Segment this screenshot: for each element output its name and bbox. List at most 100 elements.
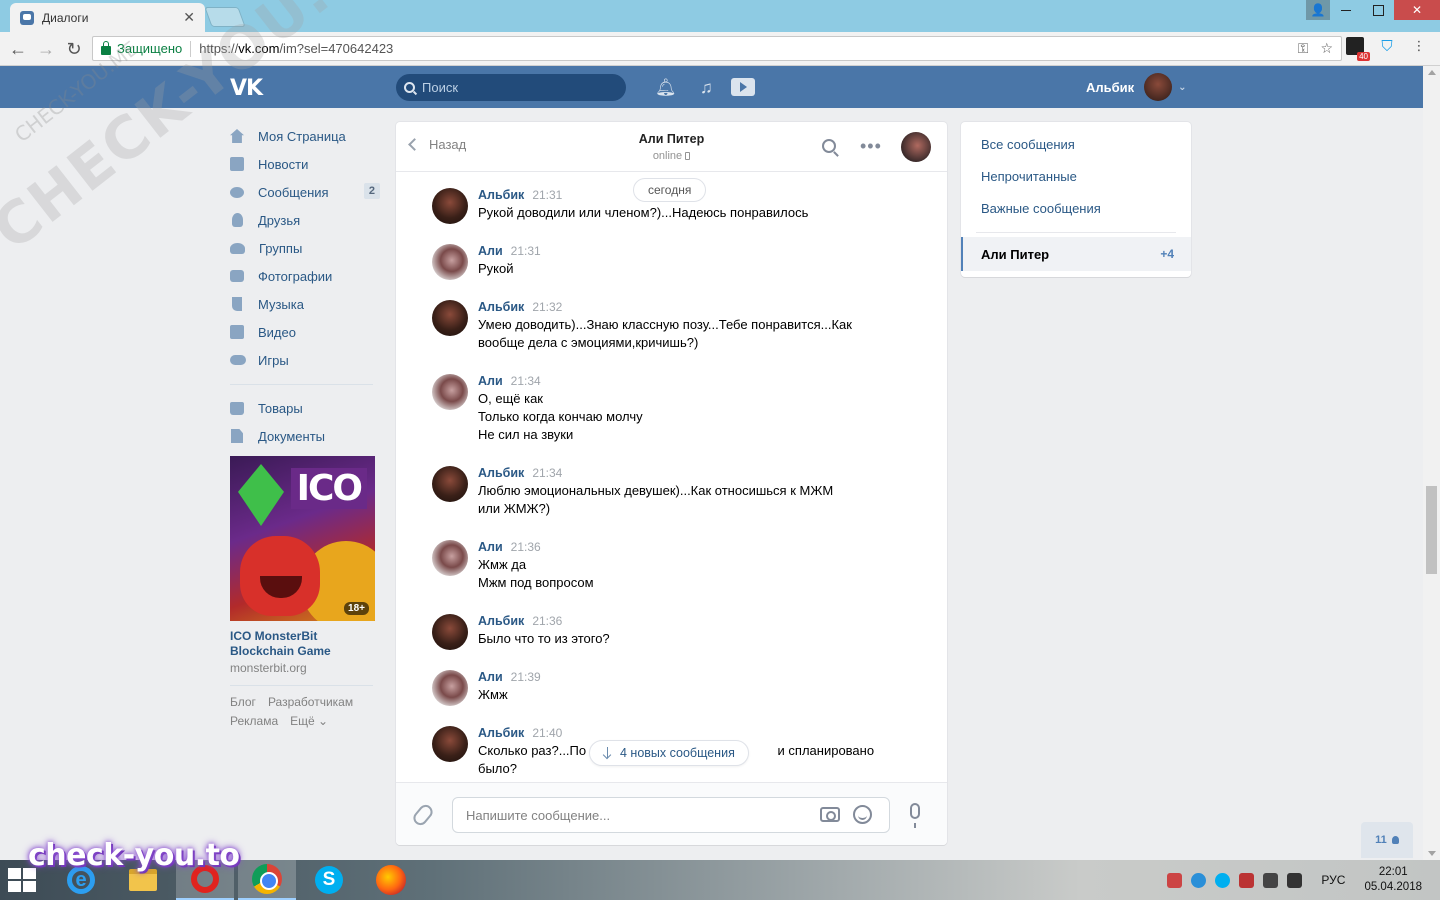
emoji-smile-icon[interactable]	[853, 805, 872, 824]
nav-friends[interactable]: Друзья	[230, 206, 380, 234]
nav-documents[interactable]: Документы	[230, 422, 380, 450]
message-author[interactable]: Али	[478, 670, 503, 684]
message-row[interactable]: Али 21:39 Жмж	[432, 670, 878, 706]
message-author[interactable]: Альбик	[478, 614, 524, 628]
chrome-menu-icon[interactable]: ⋮	[1410, 37, 1428, 55]
tray-app-icon[interactable]	[1191, 872, 1207, 888]
message-row[interactable]: Али 21:34 О, ещё как Только когда кончаю мо…	[432, 374, 878, 444]
close-tab-icon[interactable]: ✕	[183, 9, 195, 26]
ad-title[interactable]: ICO MonsterBit Blockchain Game	[230, 629, 350, 659]
avatar[interactable]	[432, 614, 468, 650]
reload-icon[interactable]: ↻	[64, 39, 84, 59]
taskbar-firefox[interactable]	[362, 860, 420, 900]
online-friends-widget[interactable]: 11	[1361, 822, 1413, 858]
message-author[interactable]: Альбик	[478, 300, 524, 314]
avatar[interactable]	[432, 726, 468, 762]
message-author[interactable]: Альбик	[478, 466, 524, 480]
message-time[interactable]: 21:39	[511, 670, 541, 684]
vk-logo[interactable]: VK	[230, 76, 263, 101]
nav-my-page[interactable]: Моя Страница	[230, 122, 380, 150]
taskbar-skype[interactable]: S	[300, 860, 358, 900]
taskbar-clock[interactable]: 22:01 05.04.2018	[1364, 865, 1422, 895]
message-time[interactable]: 21:31	[532, 188, 562, 202]
avatar[interactable]	[432, 540, 468, 576]
new-tab-button[interactable]	[204, 7, 246, 27]
attach-paperclip-icon[interactable]	[410, 802, 436, 828]
page-scrollbar[interactable]	[1423, 66, 1440, 860]
star-icon[interactable]: ☆	[1320, 40, 1333, 57]
message-author[interactable]: Али	[478, 244, 503, 258]
camera-icon[interactable]	[820, 807, 840, 822]
mail-extension-icon[interactable]: 40	[1346, 37, 1370, 61]
keyboard-language[interactable]: РУС	[1321, 873, 1345, 887]
ad-banner-image[interactable]: ICO 18+	[230, 456, 375, 621]
taskbar-explorer[interactable]	[114, 860, 172, 900]
nav-groups[interactable]: Группы	[230, 234, 380, 262]
peer-avatar[interactable]	[901, 132, 931, 162]
avatar[interactable]	[432, 188, 468, 224]
tray-app-icon[interactable]	[1167, 872, 1183, 888]
profile-icon[interactable]: 👤	[1306, 0, 1330, 20]
scroll-down-icon[interactable]	[1428, 851, 1436, 856]
message-time[interactable]: 21:34	[511, 374, 541, 388]
message-time[interactable]: 21:34	[532, 466, 562, 480]
nav-video[interactable]: Видео	[230, 318, 380, 346]
nav-photos[interactable]: Фотографии	[230, 262, 380, 290]
volume-icon[interactable]	[1287, 872, 1303, 888]
avatar[interactable]	[432, 374, 468, 410]
shield-extension-icon[interactable]: ⛉	[1378, 37, 1396, 55]
message-row[interactable]: Али 21:31 Рукой	[432, 244, 878, 280]
message-history[interactable]: сегодня Альбик 21:31 Рукой доводили или чл…	[396, 173, 947, 783]
message-time[interactable]: 21:40	[532, 726, 562, 740]
message-row[interactable]: Альбик 21:34 Люблю эмоциональных девушек).…	[432, 466, 878, 518]
message-author[interactable]: Али	[478, 540, 503, 554]
tray-app-icon[interactable]	[1239, 872, 1255, 888]
nav-messages[interactable]: Сообщения 2	[230, 178, 380, 206]
message-time[interactable]: 21:31	[511, 244, 541, 258]
taskbar-chrome[interactable]	[238, 860, 296, 900]
message-time[interactable]: 21:32	[532, 300, 562, 314]
close-window-button[interactable]: ✕	[1394, 0, 1440, 20]
avatar[interactable]	[432, 466, 468, 502]
nav-games[interactable]: Игры	[230, 346, 380, 374]
microphone-icon[interactable]	[910, 803, 920, 828]
minimize-button[interactable]	[1330, 0, 1362, 20]
message-row[interactable]: Али 21:36 Жмж да Мжм под вопросом	[432, 540, 878, 592]
folder-all-messages[interactable]: Все сообщения	[961, 128, 1191, 160]
footer-link-blog[interactable]: Блог	[230, 695, 256, 709]
forward-arrow-icon[interactable]: →	[36, 39, 56, 59]
folder-important[interactable]: Важные сообщения	[961, 192, 1191, 224]
search-icon[interactable]	[822, 139, 836, 153]
avatar[interactable]	[432, 244, 468, 280]
folder-unread[interactable]: Непрочитанные	[961, 160, 1191, 192]
new-messages-button[interactable]: 4 новых сообщения	[589, 740, 749, 766]
footer-link-ads[interactable]: Реклама	[230, 714, 278, 728]
browser-tab[interactable]: Диалоги ✕	[10, 3, 205, 32]
bell-icon[interactable]: 🔔︎	[655, 78, 677, 98]
maximize-button[interactable]	[1362, 0, 1394, 20]
avatar[interactable]	[432, 670, 468, 706]
network-icon[interactable]	[1263, 872, 1279, 888]
taskbar-opera[interactable]	[176, 860, 234, 900]
scroll-up-icon[interactable]	[1428, 70, 1436, 75]
avatar[interactable]	[432, 300, 468, 336]
message-author[interactable]: Али	[478, 374, 503, 388]
windows-start-icon[interactable]	[8, 868, 36, 892]
header-user-menu[interactable]: Альбик ⌄	[1086, 73, 1187, 101]
nav-news[interactable]: Новости	[230, 150, 380, 178]
url-field[interactable]: Защищено https://vk.com/im?sel=470642423…	[92, 36, 1342, 61]
footer-link-developers[interactable]: Разработчикам	[268, 695, 353, 709]
back-arrow-icon[interactable]: ←	[8, 39, 28, 59]
message-author[interactable]: Альбик	[478, 726, 524, 740]
scroll-thumb[interactable]	[1426, 486, 1437, 574]
nav-goods[interactable]: Товары	[230, 394, 380, 422]
message-time[interactable]: 21:36	[511, 540, 541, 554]
active-conversation[interactable]: Али Питер +4	[961, 237, 1191, 271]
key-icon[interactable]: ⚿	[1298, 40, 1309, 57]
footer-link-more[interactable]: Ещё ⌄	[290, 714, 328, 728]
more-options-icon[interactable]: •••	[860, 136, 882, 157]
nav-music[interactable]: Музыка	[230, 290, 380, 318]
message-author[interactable]: Альбик	[478, 188, 524, 202]
ad-domain[interactable]: monsterbit.org	[230, 661, 380, 675]
message-time[interactable]: 21:36	[532, 614, 562, 628]
